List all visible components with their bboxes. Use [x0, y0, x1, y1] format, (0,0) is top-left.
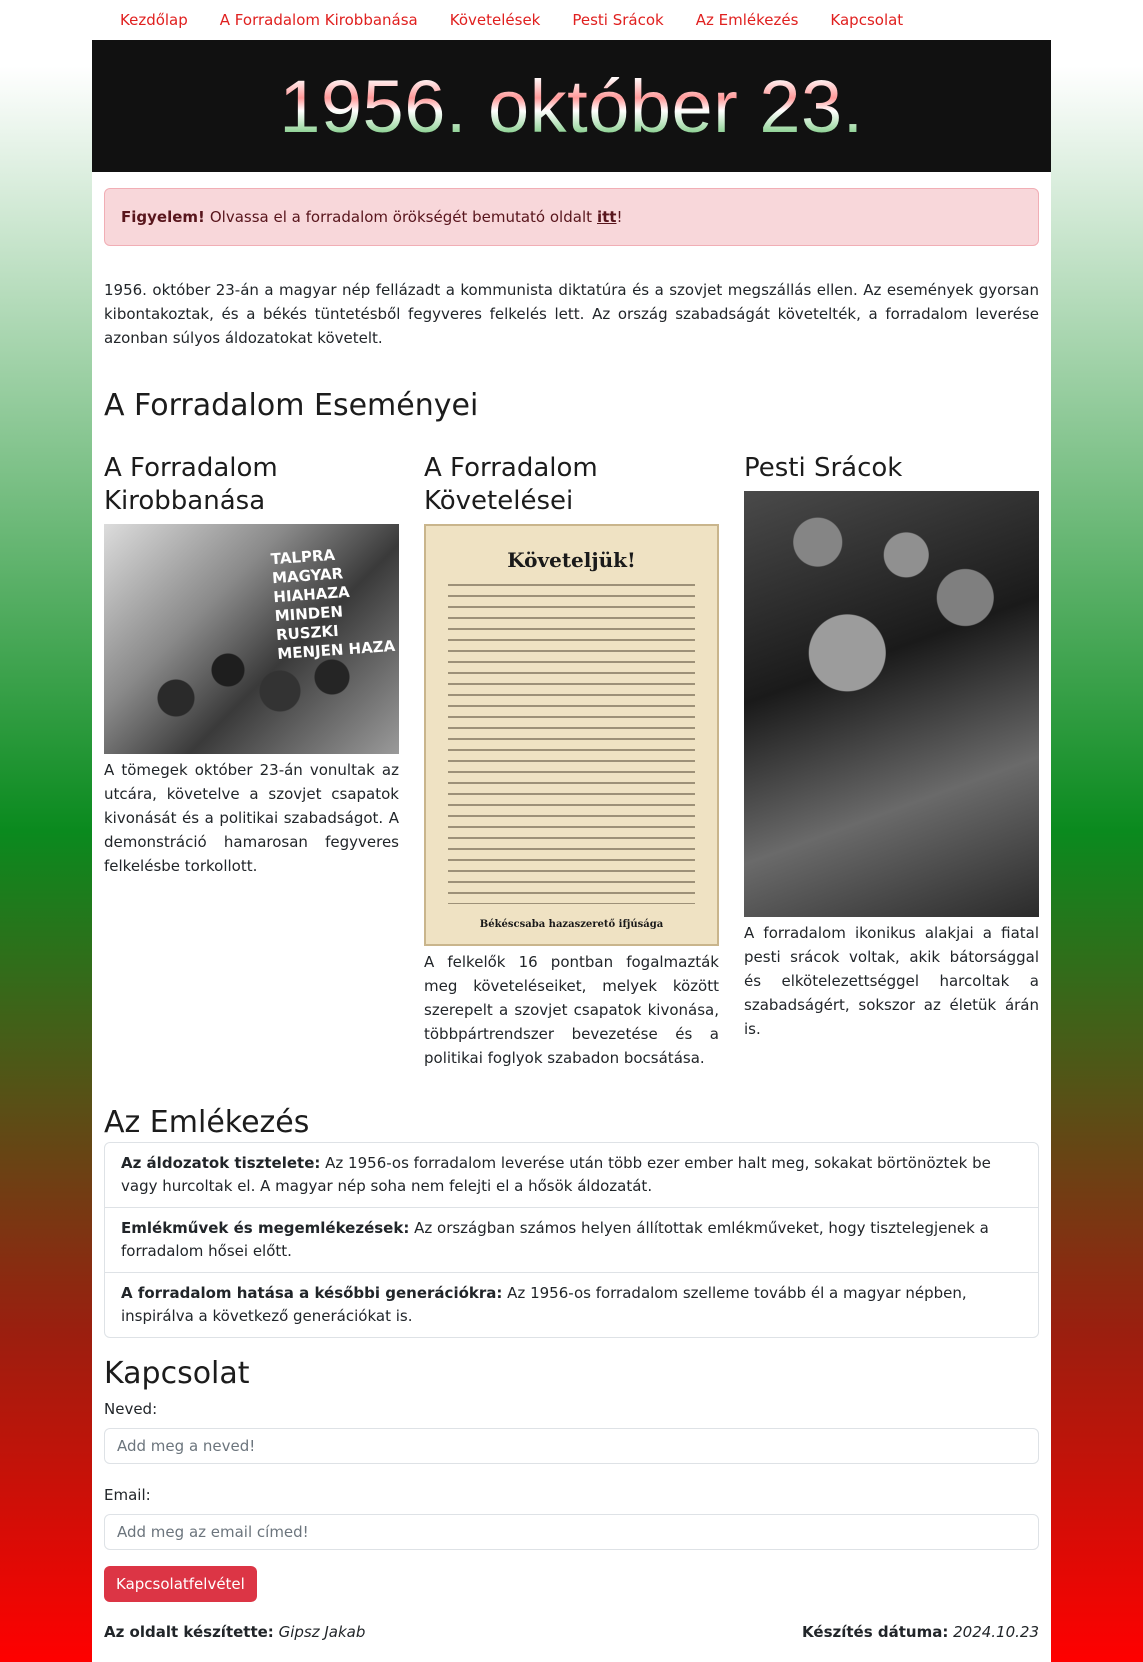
list-item: Az áldozatok tisztelete: Az 1956-os forr…: [105, 1143, 1038, 1208]
nav-link-demands[interactable]: Követelések: [450, 11, 541, 29]
email-input[interactable]: [104, 1514, 1039, 1550]
top-nav: Kezdőlap A Forradalom Kirobbanása Követe…: [92, 0, 1051, 40]
name-input[interactable]: [104, 1428, 1039, 1464]
event-title: A Forradalom Kirobbanása: [104, 453, 278, 516]
memory-heading: Az Emlékezés: [104, 1105, 310, 1140]
event-text: A tömegek október 23-án vonultak az utcá…: [104, 761, 399, 875]
event-column-pesti-sracok: Pesti Srácok A forradalom ikonikus alakj…: [744, 452, 1039, 1070]
nav-link-memory[interactable]: Az Emlékezés: [696, 11, 799, 29]
events-heading: A Forradalom Eseményei: [104, 388, 479, 423]
footer-date-label: Készítés dátuma:: [802, 1623, 949, 1641]
event-title: A Forradalom Követelései: [424, 453, 598, 516]
list-item-title: Emlékművek és megemlékezések:: [121, 1219, 410, 1237]
alert-end: !: [616, 208, 623, 226]
list-item-title: A forradalom hatása a későbbi generációk…: [121, 1284, 503, 1302]
page-container: Kezdőlap A Forradalom Kirobbanása Követe…: [92, 0, 1051, 1662]
event-text: A forradalom ikonikus alakjai a fiatal p…: [744, 924, 1039, 1038]
nav-link-home[interactable]: Kezdőlap: [120, 11, 188, 29]
protest-photo: TALPRA MAGYAR HIAHAZA MINDEN RUSZKI MENJ…: [104, 524, 399, 754]
event-column-demands: A Forradalom Követelései Követeljük! Bék…: [424, 452, 719, 1070]
contact-heading: Kapcsolat: [104, 1356, 250, 1391]
banner: 1956. október 23.: [92, 40, 1051, 172]
list-item: Emlékművek és megemlékezések: Az országb…: [105, 1208, 1038, 1273]
intro-paragraph: 1956. október 23-án a magyar nép felláza…: [104, 281, 1039, 347]
events-columns: A Forradalom Kirobbanása TALPRA MAGYAR H…: [104, 452, 1039, 1070]
demands-poster-image: Követeljük! Békéscsaba hazaszerető ifjús…: [424, 524, 719, 946]
alert-strong: Figyelem!: [121, 208, 205, 226]
poster-signature: Békéscsaba hazaszerető ifjúsága: [479, 919, 664, 930]
email-label: Email:: [104, 1486, 151, 1504]
alert-box: Figyelem! Olvassa el a forradalom öröksé…: [104, 188, 1039, 246]
footer-date: Készítés dátuma: 2024.10.23: [802, 1621, 1039, 1643]
crowd-shape: [124, 614, 384, 754]
banner-title: 1956. október 23.: [279, 64, 864, 148]
alert-link[interactable]: itt: [597, 208, 616, 226]
name-label: Neved:: [104, 1400, 158, 1418]
pesti-sracok-photo: [744, 491, 1039, 917]
nav-link-outbreak[interactable]: A Forradalom Kirobbanása: [220, 11, 418, 29]
faces-shape: [744, 491, 1039, 917]
event-title: Pesti Srácok: [744, 453, 903, 483]
footer-date-value: 2024.10.23: [953, 1623, 1039, 1641]
footer: Az oldalt készítette: Gipsz Jakab Készít…: [104, 1621, 1039, 1643]
event-text: A felkelők 16 pontban fogalmazták meg kö…: [424, 953, 719, 1067]
event-column-outbreak: A Forradalom Kirobbanása TALPRA MAGYAR H…: [104, 452, 399, 1070]
poster-text-lines: [448, 584, 695, 904]
footer-author-name: Gipsz Jakab: [278, 1623, 366, 1641]
nav-link-contact[interactable]: Kapcsolat: [830, 11, 903, 29]
alert-text: Olvassa el a forradalom örökségét bemuta…: [209, 208, 592, 226]
footer-author-label: Az oldalt készítette:: [104, 1623, 274, 1641]
contact-submit-button[interactable]: Kapcsolatfelvétel: [104, 1566, 257, 1602]
nav-link-pesti-sracok[interactable]: Pesti Srácok: [572, 11, 663, 29]
footer-author: Az oldalt készítette: Gipsz Jakab: [104, 1621, 365, 1643]
list-item: A forradalom hatása a későbbi generációk…: [105, 1273, 1038, 1337]
memory-list: Az áldozatok tisztelete: Az 1956-os forr…: [104, 1142, 1039, 1338]
poster-title: Követeljük!: [507, 548, 636, 572]
list-item-title: Az áldozatok tisztelete:: [121, 1154, 321, 1172]
